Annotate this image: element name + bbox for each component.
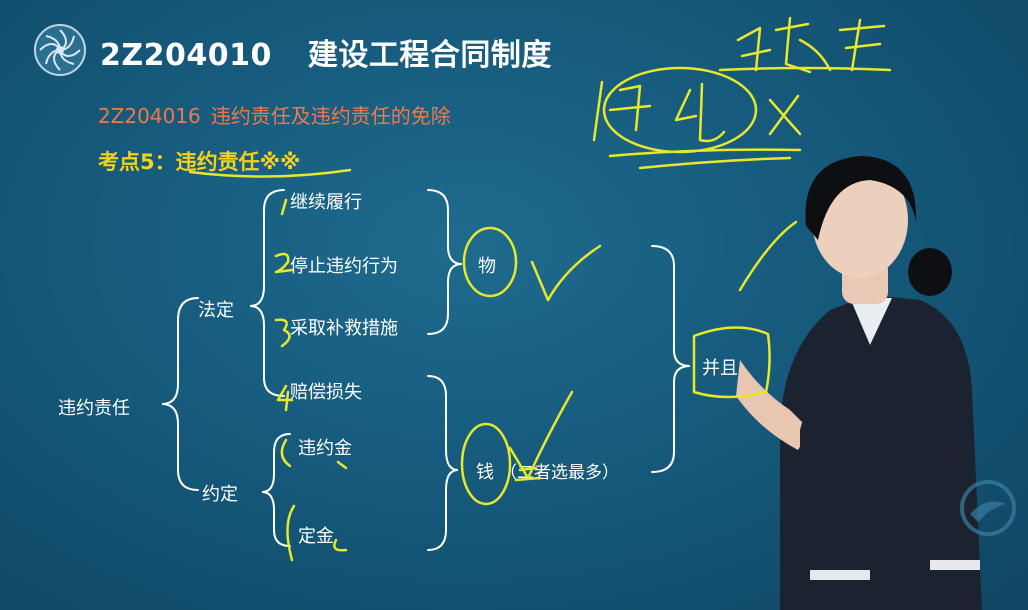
statutory-item: 采取补救措施 <box>290 318 398 339</box>
goods-group: 物 <box>478 256 496 277</box>
statutory-item: 停止违约行为 <box>290 256 398 277</box>
section-title: 违约责任及违约责任的免除 <box>210 104 451 128</box>
agreed-item: 定金 <box>298 526 334 547</box>
statutory-item: 赔偿损失 <box>290 382 362 403</box>
key-point-title: 违约责任 <box>175 150 260 174</box>
presenter-figure <box>736 156 982 610</box>
money-group-note: （二者选最多） <box>500 463 619 483</box>
section-heading: 2Z204016 违约责任及违约责任的免除 <box>98 100 451 129</box>
agreed-item: 违约金 <box>298 438 352 459</box>
root-node: 违约责任 <box>58 398 130 419</box>
agreed-node: 约定 <box>202 484 238 505</box>
statutory-node: 法定 <box>198 300 234 321</box>
chapter-title: 建设工程合同制度 <box>307 38 552 73</box>
logo-emblem-icon <box>34 24 86 76</box>
section-code: 2Z204016 <box>98 104 201 128</box>
key-point-marks: ※※ <box>259 150 301 174</box>
corner-watermark-icon <box>960 480 1016 536</box>
key-point-heading: 考点5：违约责任※※ <box>98 146 300 176</box>
statutory-item: 继续履行 <box>290 192 362 213</box>
money-group: 钱 <box>476 462 494 483</box>
key-point-label: 考点5： <box>98 150 176 174</box>
page-title: 2Z204010 建设工程合同制度 <box>100 30 552 74</box>
chapter-code: 2Z204010 <box>100 38 272 73</box>
